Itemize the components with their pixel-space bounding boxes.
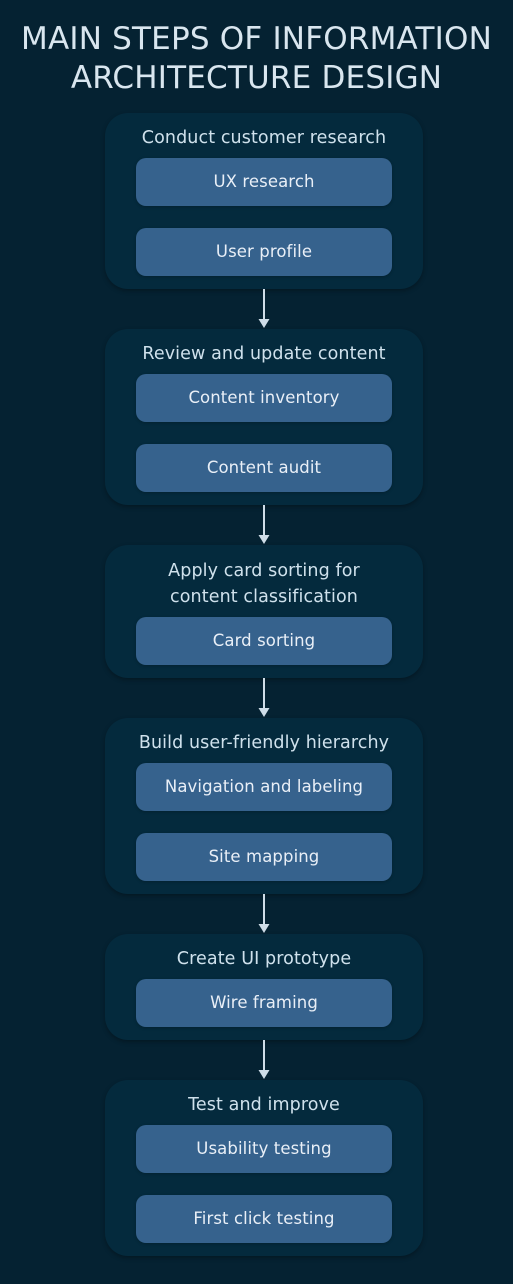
process-flow: Conduct customer research UX research Us…: [105, 113, 423, 1256]
step-item[interactable]: Navigation and labeling: [136, 763, 392, 811]
page-title: Main steps of information architecture d…: [0, 20, 513, 98]
step-item[interactable]: Card sorting: [136, 617, 392, 665]
arrow-down-icon: [258, 289, 270, 328]
step-card-2[interactable]: Review and update content Content invent…: [105, 329, 423, 505]
connector-3: [105, 678, 423, 718]
step-item[interactable]: User profile: [136, 228, 392, 276]
step-item[interactable]: Wire framing: [136, 979, 392, 1027]
step-items-1: UX research User profile: [105, 153, 423, 276]
connector-4: [105, 894, 423, 934]
arrow-down-icon: [258, 678, 270, 717]
step-items-4: Navigation and labeling Site mapping: [105, 758, 423, 881]
page-title-line-1: Main steps of information: [21, 21, 492, 57]
connector-1: [105, 289, 423, 329]
step-title-6: Test and improve: [188, 1095, 340, 1115]
arrow-down-icon: [258, 894, 270, 933]
step-title-5: Create UI prototype: [176, 949, 352, 969]
step-title-4: Build user-friendly hierarchy: [138, 733, 390, 753]
step-item[interactable]: Usability testing: [136, 1125, 392, 1173]
step-item[interactable]: Content inventory: [136, 374, 392, 422]
step-item[interactable]: Content audit: [136, 444, 392, 492]
step-card-4[interactable]: Build user-friendly hierarchy Navigation…: [105, 718, 423, 894]
step-card-5[interactable]: Create UI prototype Wire framing: [105, 934, 423, 1040]
step-item[interactable]: UX research: [136, 158, 392, 206]
arrow-down-icon: [258, 1040, 270, 1079]
step-card-3[interactable]: Apply card sorting for content classific…: [105, 545, 423, 678]
page-title-line-2: architecture design: [70, 60, 443, 96]
connector-5: [105, 1040, 423, 1080]
step-title-1: Conduct customer research: [141, 128, 387, 148]
step-items-3: Card sorting: [105, 612, 423, 665]
step-card-1[interactable]: Conduct customer research UX research Us…: [105, 113, 423, 289]
connector-2: [105, 505, 423, 545]
step-items-5: Wire framing: [105, 974, 423, 1027]
step-items-6: Usability testing First click testing: [105, 1120, 423, 1243]
step-card-6[interactable]: Test and improve Usability testing First…: [105, 1080, 423, 1256]
step-title-3: Apply card sorting for content classific…: [168, 561, 360, 607]
step-title-2: Review and update content: [142, 344, 386, 364]
poster-root: Main steps of information architecture d…: [0, 0, 513, 1284]
step-item[interactable]: Site mapping: [136, 833, 392, 881]
step-item[interactable]: First click testing: [136, 1195, 392, 1243]
arrow-down-icon: [258, 505, 270, 544]
step-items-2: Content inventory Content audit: [105, 369, 423, 492]
